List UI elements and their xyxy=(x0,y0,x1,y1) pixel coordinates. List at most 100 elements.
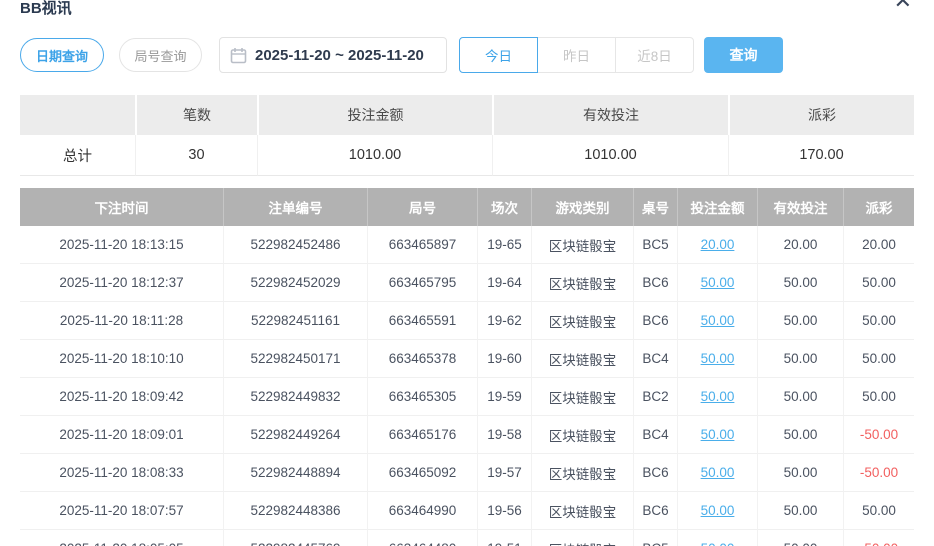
game-type-cell: 区块链骰宝 xyxy=(531,340,633,378)
round-no-cell: 663465092 xyxy=(367,454,477,492)
round-no-cell: 663465795 xyxy=(367,264,477,302)
tab-date-query[interactable]: 日期查询 xyxy=(20,38,104,72)
bet-amount-link[interactable]: 20.00 xyxy=(701,237,735,252)
quick-range-yesterday[interactable]: 昨日 xyxy=(537,37,616,73)
summary-total-payout: 170.00 xyxy=(728,135,914,176)
table-no-cell: BC4 xyxy=(633,340,677,378)
bet-amount-link[interactable]: 50.00 xyxy=(701,465,735,480)
bet-amount-cell: 50.00 xyxy=(677,340,757,378)
quick-range-last8days[interactable]: 近8日 xyxy=(615,37,694,73)
table-row: 2025-11-20 18:10:10 522982450171 663465378… xyxy=(20,340,914,378)
bet-id-cell: 522982445769 xyxy=(223,530,367,546)
payout-cell: 20.00 xyxy=(843,226,914,264)
table-row: 2025-11-20 18:13:15 522982452486 663465897… xyxy=(20,226,914,264)
close-icon[interactable]: ✕ xyxy=(894,0,912,12)
table-no-cell: BC6 xyxy=(633,264,677,302)
payout-cell: 50.00 xyxy=(843,378,914,416)
table-no-cell: BC6 xyxy=(633,454,677,492)
game-type-cell: 区块链骰宝 xyxy=(531,530,633,546)
round-no-cell: 663465897 xyxy=(367,226,477,264)
valid-bet-cell: 50.00 xyxy=(757,264,843,302)
bet-amount-link[interactable]: 50.00 xyxy=(701,503,735,518)
payout-cell: 50.00 xyxy=(843,340,914,378)
col-valid-bet: 有效投注 xyxy=(757,188,843,226)
round-no-cell: 663465176 xyxy=(367,416,477,454)
table-no-cell: BC6 xyxy=(633,302,677,340)
bet-id-cell: 522982450171 xyxy=(223,340,367,378)
tab-round-query[interactable]: 局号查询 xyxy=(119,38,202,72)
bet-amount-link[interactable]: 50.00 xyxy=(701,275,735,290)
quick-range-group: 今日 昨日 近8日 xyxy=(459,37,694,73)
summary-header-payout: 派彩 xyxy=(728,95,914,135)
table-no-cell: BC5 xyxy=(633,226,677,264)
session-cell: 19-59 xyxy=(477,378,531,416)
table-row: 2025-11-20 18:08:33 522982448894 663465092… xyxy=(20,454,914,492)
bet-amount-link[interactable]: 50.00 xyxy=(701,389,735,404)
session-cell: 19-64 xyxy=(477,264,531,302)
col-payout: 派彩 xyxy=(843,188,914,226)
valid-bet-cell: 50.00 xyxy=(757,416,843,454)
table-row: 2025-11-20 18:12:37 522982452029 663465795… xyxy=(20,264,914,302)
bet-id-cell: 522982452029 xyxy=(223,264,367,302)
game-type-cell: 区块链骰宝 xyxy=(531,492,633,530)
session-cell: 19-57 xyxy=(477,454,531,492)
quick-range-today[interactable]: 今日 xyxy=(459,37,538,73)
bet-amount-cell: 50.00 xyxy=(677,416,757,454)
bet-time-cell: 2025-11-20 18:07:57 xyxy=(20,492,223,530)
bet-amount-link[interactable]: 50.00 xyxy=(701,313,735,328)
summary-total-bet-amount: 1010.00 xyxy=(257,135,492,176)
table-no-cell: BC4 xyxy=(633,416,677,454)
valid-bet-cell: 50.00 xyxy=(757,454,843,492)
session-cell: 19-65 xyxy=(477,226,531,264)
bet-amount-cell: 50.00 xyxy=(677,454,757,492)
game-type-cell: 区块链骰宝 xyxy=(531,264,633,302)
bet-time-cell: 2025-11-20 18:08:33 xyxy=(20,454,223,492)
game-type-cell: 区块链骰宝 xyxy=(531,302,633,340)
payout-cell: 50.00 xyxy=(843,302,914,340)
payout-cell: -50.00 xyxy=(843,530,914,546)
bet-id-cell: 522982452486 xyxy=(223,226,367,264)
search-button[interactable]: 查询 xyxy=(704,37,783,73)
calendar-icon xyxy=(230,47,247,63)
table-no-cell: BC2 xyxy=(633,378,677,416)
summary-header-valid-bet: 有效投注 xyxy=(492,95,728,135)
valid-bet-cell: 50.00 xyxy=(757,302,843,340)
table-row: 2025-11-20 18:09:42 522982449832 663465305… xyxy=(20,378,914,416)
date-range-picker[interactable]: 2025-11-20 ~ 2025-11-20 xyxy=(219,37,447,73)
bet-table-body: 2025-11-20 18:13:15 522982452486 663465897… xyxy=(20,226,914,546)
table-row: 2025-11-20 18:09:01 522982449264 663465176… xyxy=(20,416,914,454)
summary-header-blank xyxy=(20,95,135,135)
summary-header-row: 笔数 投注金额 有效投注 派彩 xyxy=(20,95,914,135)
col-bet-id: 注单编号 xyxy=(223,188,367,226)
col-session: 场次 xyxy=(477,188,531,226)
valid-bet-cell: 50.00 xyxy=(757,340,843,378)
bet-id-cell: 522982448386 xyxy=(223,492,367,530)
bet-time-cell: 2025-11-20 18:05:05 xyxy=(20,530,223,546)
bet-amount-cell: 20.00 xyxy=(677,226,757,264)
summary-table: 笔数 投注金额 有效投注 派彩 总计 30 1010.00 1010.00 17… xyxy=(20,95,914,176)
summary-header-bet-amount: 投注金额 xyxy=(257,95,492,135)
table-no-cell: BC6 xyxy=(633,492,677,530)
session-cell: 19-56 xyxy=(477,492,531,530)
round-no-cell: 663464480 xyxy=(367,530,477,546)
bet-amount-cell: 50.00 xyxy=(677,530,757,546)
summary-total-valid-bet: 1010.00 xyxy=(492,135,728,176)
bet-amount-link[interactable]: 50.00 xyxy=(701,351,735,366)
bet-id-cell: 522982451161 xyxy=(223,302,367,340)
game-type-cell: 区块链骰宝 xyxy=(531,378,633,416)
col-round-no: 局号 xyxy=(367,188,477,226)
valid-bet-cell: 20.00 xyxy=(757,226,843,264)
bet-amount-link[interactable]: 50.00 xyxy=(701,541,735,546)
table-row: 2025-11-20 18:11:28 522982451161 663465591… xyxy=(20,302,914,340)
summary-header-count: 笔数 xyxy=(135,95,257,135)
round-no-cell: 663465305 xyxy=(367,378,477,416)
bet-amount-link[interactable]: 50.00 xyxy=(701,427,735,442)
valid-bet-cell: 50.00 xyxy=(757,530,843,546)
bet-table-header-row: 下注时间 注单编号 局号 场次 游戏类别 桌号 投注金额 有效投注 派彩 xyxy=(20,188,914,226)
payout-cell: 50.00 xyxy=(843,492,914,530)
table-row: 2025-11-20 18:05:05522982445769663464480… xyxy=(20,530,914,546)
valid-bet-cell: 50.00 xyxy=(757,378,843,416)
bet-amount-cell: 50.00 xyxy=(677,492,757,530)
filter-bar: 日期查询 局号查询 2025-11-20 ~ 2025-11-20 今日 昨日 … xyxy=(20,37,783,73)
bet-time-cell: 2025-11-20 18:11:28 xyxy=(20,302,223,340)
